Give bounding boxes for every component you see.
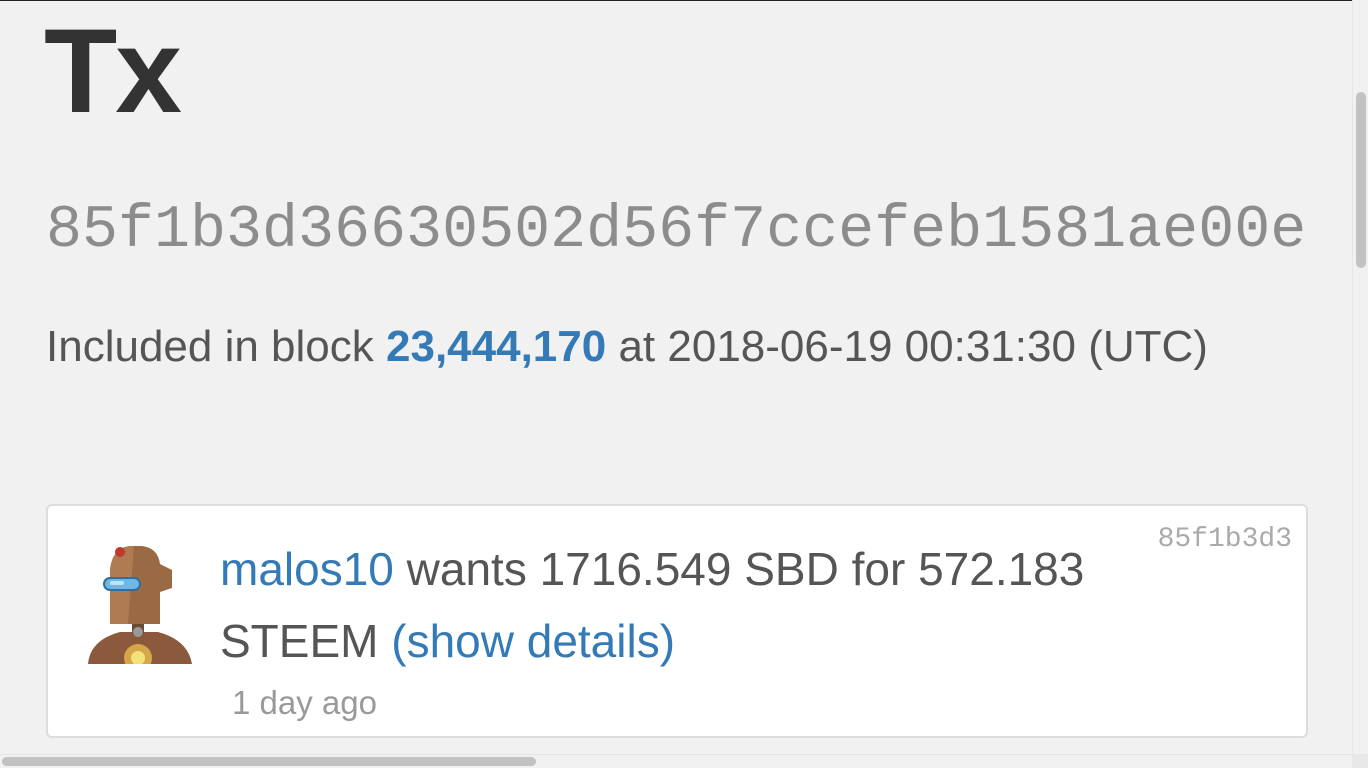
included-middle: at xyxy=(606,322,668,371)
block-inclusion-info: Included in block 23,444,170 at 2018-06-… xyxy=(46,313,1226,381)
vertical-scrollbar[interactable] xyxy=(1352,0,1368,754)
scrollbar-corner xyxy=(1352,754,1368,768)
timezone-label: (UTC) xyxy=(1088,322,1208,371)
horizontal-scrollbar-thumb[interactable] xyxy=(2,757,536,766)
operation-description: malos10 wants 1716.549 SBD for 572.183 S… xyxy=(220,533,1100,677)
operation-short-hash[interactable]: 85f1b3d3 xyxy=(1158,524,1292,555)
operation-card: malos10 wants 1716.549 SBD for 572.183 S… xyxy=(46,504,1308,738)
page-title: Tx xyxy=(44,4,182,138)
block-timestamp: 2018-06-19 00:31:30 xyxy=(667,322,1076,371)
transaction-hash: 85f1b3d36630502d56f7ccefeb1581ae00e xyxy=(46,197,1307,265)
show-details-link[interactable]: (show details) xyxy=(391,615,675,667)
vertical-scrollbar-thumb[interactable] xyxy=(1356,92,1366,268)
page-viewport: Tx 85f1b3d36630502d56f7ccefeb1581ae00e I… xyxy=(0,0,1352,754)
operation-time-ago: 1 day ago xyxy=(232,684,377,721)
account-link[interactable]: malos10 xyxy=(220,543,394,595)
block-number-link[interactable]: 23,444,170 xyxy=(386,322,606,371)
robot-avatar-icon[interactable] xyxy=(80,540,198,672)
horizontal-scrollbar[interactable] xyxy=(0,754,1352,768)
included-prefix: Included in block xyxy=(46,322,386,371)
